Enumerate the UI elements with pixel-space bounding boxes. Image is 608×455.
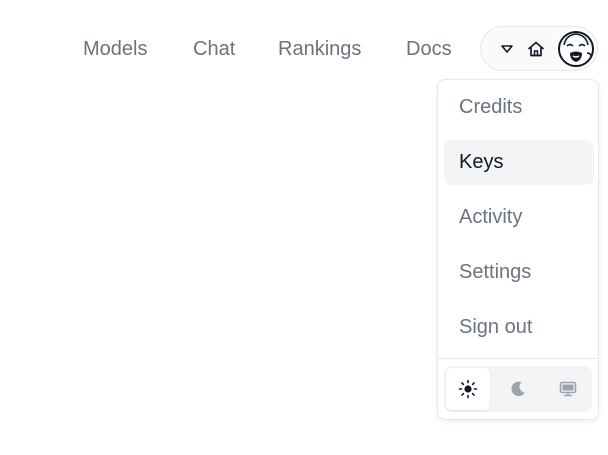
nav-link-models[interactable]: Models [83,36,147,62]
nav-link-chat[interactable]: Chat [193,36,235,62]
monitor-icon [559,381,577,397]
menu-divider [438,358,598,359]
theme-light-button[interactable] [446,368,490,410]
menu-item-settings[interactable]: Settings [444,250,594,295]
home-icon[interactable] [526,39,546,59]
menu-item-credits[interactable]: Credits [444,85,594,130]
theme-switcher [444,366,592,412]
sun-icon [458,379,478,399]
account-controls [480,26,598,71]
chevron-down-icon[interactable] [499,41,515,57]
menu-item-keys[interactable]: Keys [444,140,594,185]
avatar[interactable] [556,29,596,69]
moon-icon [511,381,525,397]
nav-link-rankings[interactable]: Rankings [278,36,361,62]
menu-item-activity[interactable]: Activity [444,195,594,240]
page: Models Chat Rankings Docs Credits Keys A… [0,0,608,455]
menu-item-sign-out[interactable]: Sign out [444,305,594,350]
account-menu: Credits Keys Activity Settings Sign out [437,79,599,420]
theme-system-button[interactable] [546,368,590,410]
theme-dark-button[interactable] [496,368,540,410]
nav-link-docs[interactable]: Docs [406,36,452,62]
